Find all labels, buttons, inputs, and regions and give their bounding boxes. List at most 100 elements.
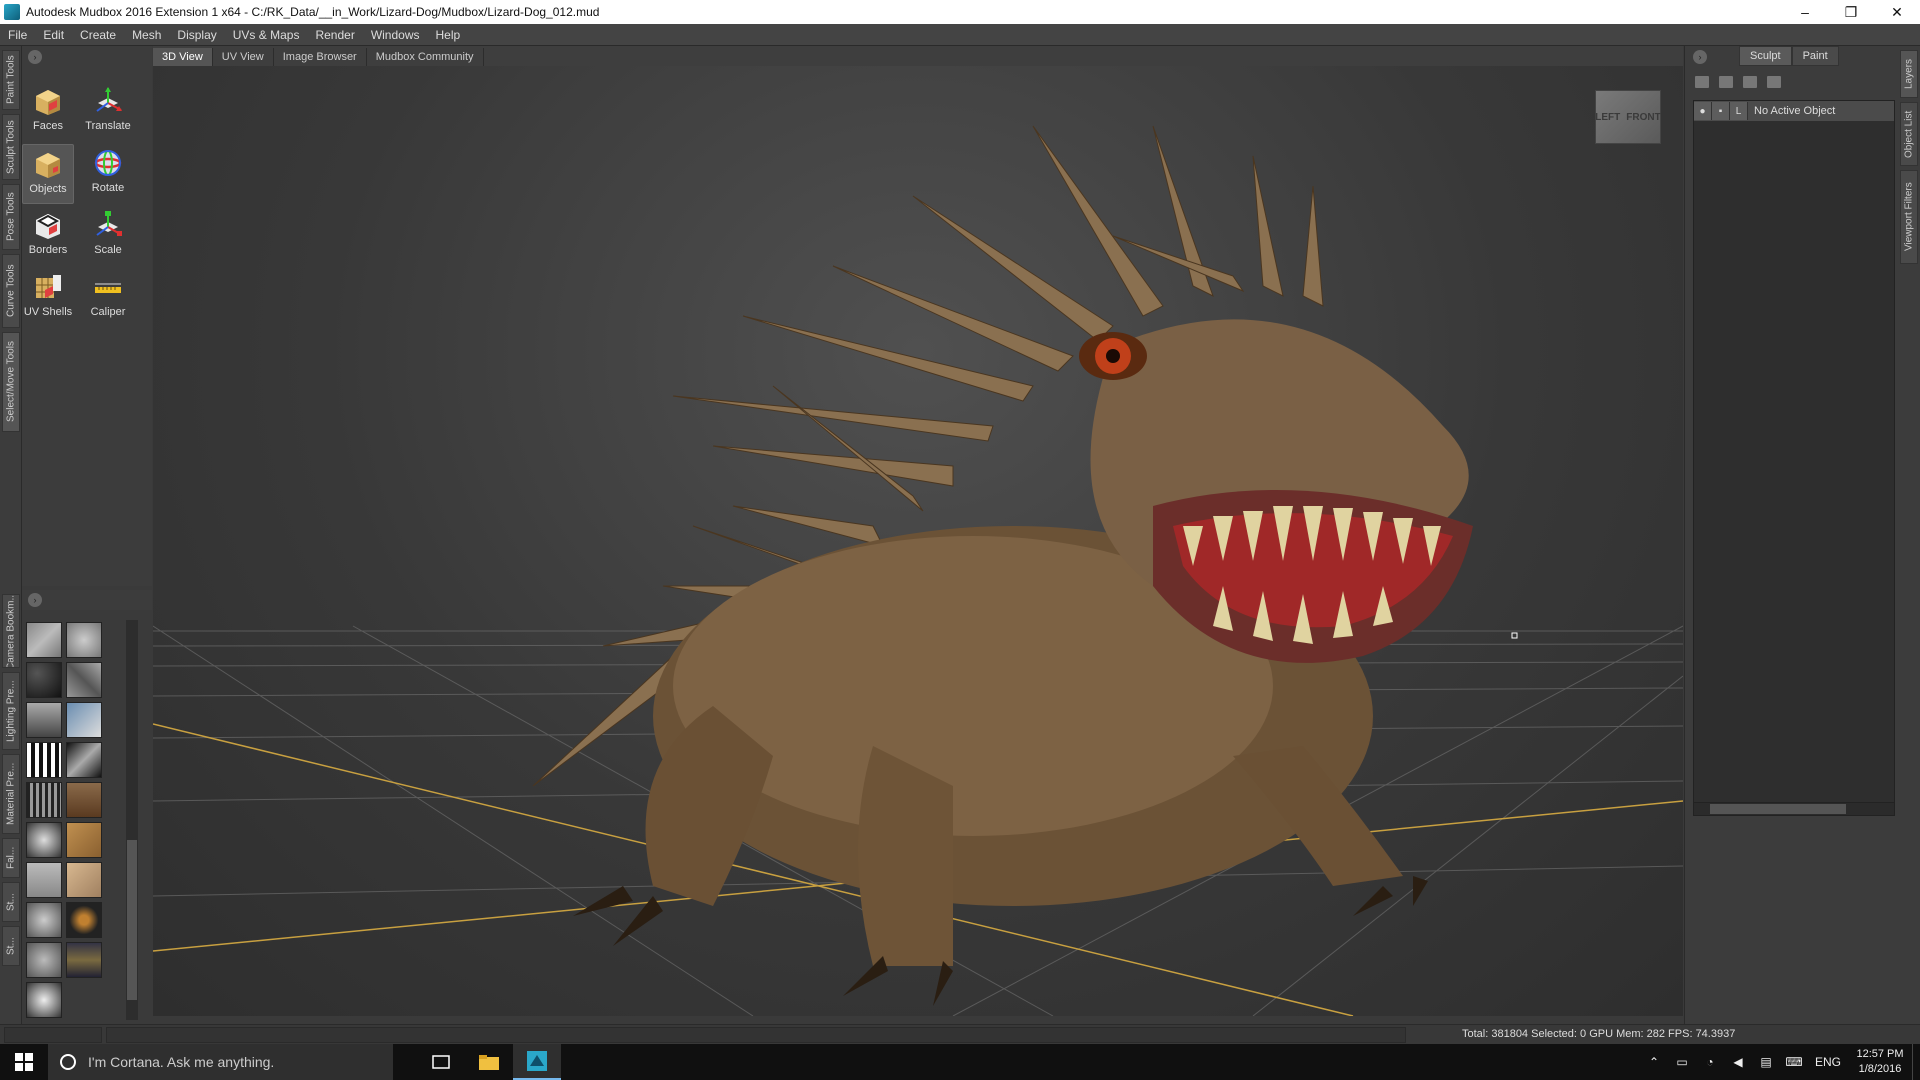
tool-caliper[interactable]: Caliper [82, 268, 134, 328]
task-view-button[interactable] [417, 1044, 465, 1080]
layers-panel: › Sculpt Paint ● ▪ L No Active Object [1684, 46, 1898, 1024]
tab-viewport-filters[interactable]: Viewport Filters [1900, 170, 1918, 264]
system-clock[interactable]: 12:57 PM 1/8/2016 [1848, 1047, 1912, 1077]
tab-image-browser[interactable]: Image Browser [274, 48, 367, 66]
stamp-thumbnail[interactable] [66, 862, 102, 898]
tab-uv-view[interactable]: UV View [213, 48, 274, 66]
stamp-thumbnail[interactable] [66, 942, 102, 978]
tab-stamp[interactable]: St... [2, 882, 20, 922]
language-indicator[interactable]: ENG [1808, 1044, 1848, 1080]
network-icon[interactable]: ◔ [1696, 1044, 1724, 1080]
right-panel-tabs: Layers Object List Viewport Filters [1898, 46, 1920, 1024]
tab-curve-tools[interactable]: Curve Tools [2, 254, 20, 328]
tab-camera-bookmarks[interactable]: Camera Bookm... [2, 594, 20, 668]
minimize-button[interactable]: – [1782, 0, 1828, 24]
sculpt-mode-button[interactable]: Sculpt [1739, 46, 1792, 66]
layers-hscrollbar[interactable] [1693, 802, 1895, 816]
stamp-thumbnail[interactable] [26, 702, 62, 738]
layer-row[interactable]: ● ▪ L No Active Object [1694, 101, 1894, 121]
tab-object-list[interactable]: Object List [1900, 102, 1918, 166]
clock-time: 12:57 PM [1856, 1048, 1904, 1060]
collapse-toolpanel-icon[interactable]: › [28, 50, 42, 64]
collapse-rightpanel-icon[interactable]: › [1693, 50, 1707, 64]
3d-viewport[interactable]: LEFT FRONT [153, 66, 1683, 1016]
tray-scrollbar-thumb[interactable] [127, 840, 137, 1000]
stamp-thumbnail[interactable] [26, 822, 62, 858]
select-move-tool-panel: › Faces Translate Objects Rotate Borders… [22, 46, 152, 586]
maximize-button[interactable]: ❐ [1828, 0, 1874, 24]
menu-help[interactable]: Help [428, 28, 469, 42]
folder-icon [479, 1055, 499, 1070]
tool-uv-shells[interactable]: UV Shells [22, 268, 74, 328]
menu-uvs-maps[interactable]: UVs & Maps [225, 28, 308, 42]
show-desktop-button[interactable] [1912, 1044, 1920, 1080]
battery-icon[interactable]: ▭ [1668, 1044, 1696, 1080]
tray-scrollbar[interactable] [126, 620, 138, 1020]
stamp-thumbnail[interactable] [26, 942, 62, 978]
stamp-thumbnail[interactable] [26, 782, 62, 818]
merge-layer-icon[interactable] [1767, 76, 1781, 88]
cortana-search-box[interactable]: I'm Cortana. Ask me anything. [48, 1044, 393, 1080]
show-hidden-icons-icon[interactable]: ⌃ [1640, 1044, 1668, 1080]
tool-rotate[interactable]: Rotate [82, 144, 134, 204]
tool-borders-label: Borders [28, 244, 68, 256]
layers-hscrollbar-thumb[interactable] [1710, 804, 1846, 814]
tab-pose-tools[interactable]: Pose Tools [2, 184, 20, 250]
stamp-thumbnail[interactable] [66, 622, 102, 658]
tab-select-move-tools[interactable]: Select/Move Tools [2, 332, 20, 432]
stamp-thumbnail[interactable] [26, 742, 62, 778]
new-layer-icon[interactable] [1695, 76, 1709, 88]
keyboard-icon[interactable]: ⌨ [1780, 1044, 1808, 1080]
eye-visibility-icon[interactable]: ● [1694, 102, 1712, 120]
stamp-thumbnail[interactable] [66, 822, 102, 858]
tab-stencil[interactable]: St... [2, 926, 20, 966]
volume-icon[interactable]: ◀ [1724, 1044, 1752, 1080]
action-center-icon[interactable]: ▤ [1752, 1044, 1780, 1080]
tool-scale[interactable]: Scale [82, 206, 134, 266]
mudbox-app-icon [4, 4, 20, 20]
menu-edit[interactable]: Edit [35, 28, 72, 42]
stamp-thumbnail[interactable] [26, 902, 62, 938]
stamp-thumbnail[interactable] [26, 862, 62, 898]
stamp-thumbnail[interactable] [66, 902, 102, 938]
lock-icon[interactable]: ▪ [1712, 102, 1730, 120]
tool-translate[interactable]: Translate [82, 82, 134, 142]
tool-borders[interactable]: Borders [22, 206, 74, 266]
start-button[interactable] [0, 1044, 48, 1080]
tab-mudbox-community[interactable]: Mudbox Community [367, 48, 484, 66]
mudbox-taskbar-button[interactable] [513, 1044, 561, 1080]
new-folder-icon[interactable] [1719, 76, 1733, 88]
viewcube[interactable]: LEFT FRONT [1595, 90, 1661, 144]
tab-3d-view[interactable]: 3D View [153, 48, 213, 66]
menu-create[interactable]: Create [72, 28, 124, 42]
stamp-thumbnail[interactable] [66, 782, 102, 818]
tab-paint-tools[interactable]: Paint Tools [2, 50, 20, 110]
menu-file[interactable]: File [0, 28, 35, 42]
tab-layers[interactable]: Layers [1900, 50, 1918, 98]
view-tabs: 3D View UV View Image Browser Mudbox Com… [153, 46, 1683, 66]
close-button[interactable]: ✕ [1874, 0, 1920, 24]
menu-mesh[interactable]: Mesh [124, 28, 169, 42]
menu-display[interactable]: Display [169, 28, 224, 42]
stamp-thumbnail[interactable] [66, 702, 102, 738]
stamp-thumbnail[interactable] [66, 742, 102, 778]
stamp-thumbnail[interactable] [26, 982, 62, 1018]
collapse-tray-icon[interactable]: › [28, 593, 42, 607]
stamp-thumbnail[interactable] [26, 622, 62, 658]
rotate-gizmo-icon [94, 150, 122, 176]
stamp-thumbnail[interactable] [26, 662, 62, 698]
menu-windows[interactable]: Windows [363, 28, 428, 42]
tool-faces[interactable]: Faces [22, 82, 74, 142]
tab-lighting-presets[interactable]: Lighting Pre... [2, 672, 20, 750]
tool-objects[interactable]: Objects [22, 144, 74, 204]
paint-mode-button[interactable]: Paint [1791, 46, 1839, 66]
tab-material-presets[interactable]: Material Pre... [2, 754, 20, 834]
menu-render[interactable]: Render [307, 28, 362, 42]
file-explorer-button[interactable] [465, 1044, 513, 1080]
stamp-thumbnail[interactable] [66, 662, 102, 698]
tab-sculpt-tools[interactable]: Sculpt Tools [2, 114, 20, 180]
viewport-scene [153, 125, 1683, 1016]
delete-layer-icon[interactable] [1743, 76, 1757, 88]
windows-taskbar: I'm Cortana. Ask me anything. ⌃ ▭ ◔ ◀ ▤ … [0, 1044, 1920, 1080]
tab-falloff[interactable]: Fal... [2, 838, 20, 878]
